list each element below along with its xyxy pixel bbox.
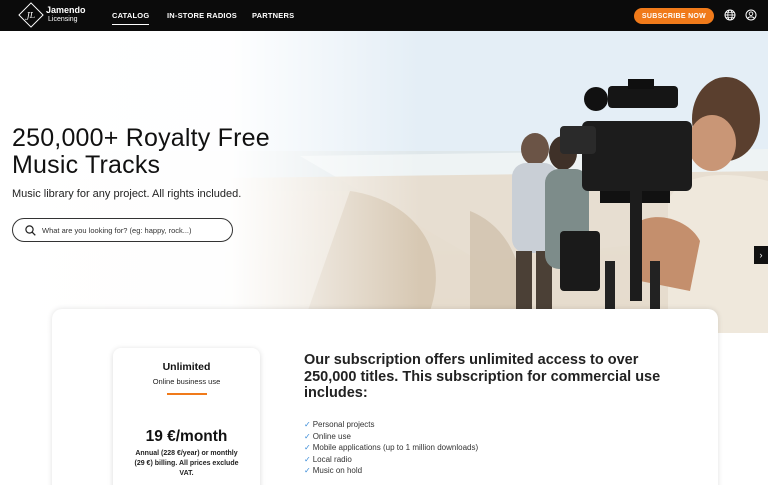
offer-title: Our subscription offers unlimited access…	[304, 352, 661, 401]
plan-card-unlimited: Unlimited Online business use 19 €/month…	[113, 348, 260, 485]
jamendo-logo[interactable]: JL Jamendo Licensing	[18, 2, 86, 28]
check-icon: ✓	[304, 420, 311, 429]
check-icon: ✓	[304, 466, 311, 475]
feature-list: ✓ Personal projects ✓ Online use ✓ Mobile a…	[304, 419, 478, 477]
plan-billing-note: Annual (228 €/year) or monthly (29 €) bi…	[134, 450, 239, 477]
globe-icon[interactable]	[724, 9, 736, 21]
list-item: ✓ Personal projects	[304, 420, 375, 429]
plan-name: Unlimited	[162, 361, 211, 373]
hero-subtitle: Music library for any project. All right…	[12, 188, 242, 200]
user-icon[interactable]	[745, 9, 757, 21]
hero-banner: 250,000+ Royalty Free Music Tracks Music…	[0, 31, 768, 333]
check-icon: ✓	[304, 443, 311, 452]
plan-price: 19 €/month	[145, 428, 228, 445]
logo-subtitle: Licensing	[48, 16, 78, 23]
logo-icon: JL	[18, 2, 44, 28]
hero-title: 250,000+ Royalty Free Music Tracks	[12, 124, 270, 179]
nav-partners[interactable]: PARTNERS	[252, 11, 294, 20]
plan-type: Online business use	[152, 377, 221, 386]
check-icon: ✓	[304, 454, 311, 464]
list-item: ✓ Local radio	[304, 454, 352, 464]
chevron-right-icon[interactable]: ›	[754, 246, 768, 264]
check-icon: ✓	[304, 431, 311, 441]
logo-name: Jamendo	[46, 5, 86, 15]
search-icon	[25, 224, 36, 236]
search-bar[interactable]	[12, 218, 233, 242]
plan-accent-divider	[166, 393, 207, 395]
search-input[interactable]	[42, 225, 222, 235]
list-item: ✓ Music on hold	[304, 466, 363, 475]
nav-catalog[interactable]: CATALOG	[112, 11, 150, 25]
subscribe-now-button[interactable]: SUBSCRIBE NOW	[634, 8, 714, 24]
list-item: ✓ Mobile applications (up to 1 million do…	[304, 443, 479, 452]
nav-in-store-radios[interactable]: IN-STORE RADIOS	[167, 11, 237, 20]
list-item: ✓ Online use	[304, 431, 351, 441]
top-navigation-bar: JL Jamendo Licensing CATALOG IN-STORE RA…	[0, 0, 768, 31]
